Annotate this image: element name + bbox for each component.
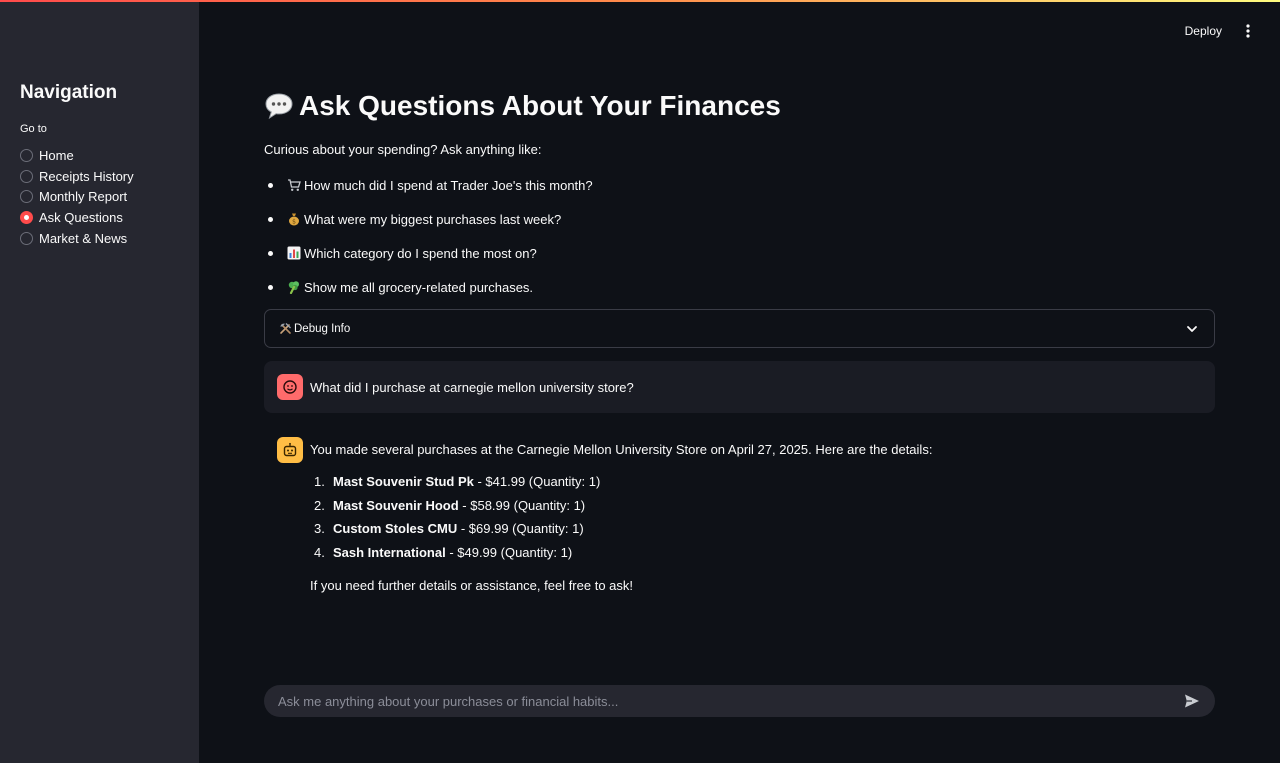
- nav-item-label: Home: [39, 147, 74, 163]
- assistant-chat-message: You made several purchases at the Carneg…: [277, 437, 1207, 593]
- list-item: $ What were my biggest purchases last we…: [264, 202, 964, 236]
- example-question-text: Which category do I spend the most on?: [304, 245, 537, 261]
- page-title: Ask Questions About Your Finances: [264, 90, 781, 122]
- list-item: 1. Mast Souvenir Stud Pk - $41.99 (Quant…: [310, 474, 932, 498]
- send-icon[interactable]: [1183, 692, 1201, 710]
- list-item: Show me all grocery-related purchases.: [264, 270, 964, 304]
- nav-item-label: Market & News: [39, 231, 128, 247]
- list-item: 2. Mast Souvenir Hood - $58.99 (Quantity…: [310, 498, 932, 522]
- broccoli-icon: [288, 281, 299, 294]
- item-name: Mast Souvenir Stud Pk: [333, 474, 474, 489]
- purchase-list: 1. Mast Souvenir Stud Pk - $41.99 (Quant…: [310, 474, 932, 568]
- item-detail: - $69.99 (Quantity: 1): [457, 521, 584, 536]
- kebab-menu-icon[interactable]: [1240, 21, 1256, 41]
- radio-button[interactable]: [20, 232, 33, 246]
- hammer-pick-icon: [280, 323, 291, 334]
- speech-bubble-icon: [265, 93, 293, 120]
- page-title-text: Ask Questions About Your Finances: [299, 90, 781, 121]
- svg-text:$: $: [292, 218, 296, 225]
- chat-input-bar: [264, 685, 1215, 717]
- item-number: 4.: [314, 544, 325, 560]
- item-number: 1.: [314, 474, 325, 489]
- smiley-face-icon: [283, 380, 297, 394]
- item-number: 2.: [314, 497, 325, 513]
- nav-item-label: Ask Questions: [39, 210, 123, 226]
- shopping-cart-icon: [288, 179, 301, 191]
- sidebar-title: Navigation: [20, 82, 118, 103]
- radio-button[interactable]: [20, 190, 33, 204]
- nav-item-ask-questions[interactable]: Ask Questions: [20, 207, 134, 228]
- nav-item-label: Monthly Report: [39, 189, 128, 205]
- radio-button-selected[interactable]: [20, 211, 33, 225]
- example-question-text: What were my biggest purchases last week…: [304, 211, 562, 227]
- bullet-dot: [268, 250, 273, 256]
- example-questions-list: How much did I spend at Trader Joe's thi…: [264, 168, 964, 304]
- list-item: 3. Custom Stoles CMU - $69.99 (Quantity:…: [310, 521, 932, 545]
- radio-button[interactable]: [20, 169, 33, 183]
- expander-label: Debug Info: [294, 322, 351, 335]
- robot-icon: [283, 442, 297, 457]
- item-number: 3.: [314, 521, 325, 536]
- nav-radio-group: Home Receipts History Monthly Report Ask…: [20, 145, 134, 249]
- item-name: Sash International: [333, 544, 446, 560]
- item-name: Custom Stoles CMU: [333, 521, 458, 536]
- list-item: How much did I spend at Trader Joe's thi…: [264, 168, 964, 202]
- money-bag-icon: $: [289, 213, 299, 226]
- item-detail: - $41.99 (Quantity: 1): [473, 474, 601, 489]
- sidebar-caption: Go to: [20, 123, 47, 135]
- header-actions: Deploy: [1181, 20, 1256, 42]
- item-name: Mast Souvenir Hood: [333, 497, 459, 513]
- chevron-down-icon[interactable]: [1184, 321, 1200, 337]
- nav-item-receipts-history[interactable]: Receipts History: [20, 166, 134, 187]
- bar-chart-icon: [287, 246, 301, 260]
- user-message-text: What did I purchase at carnegie mellon u…: [310, 379, 634, 395]
- example-question-text: Show me all grocery-related purchases.: [304, 279, 534, 295]
- item-detail: - $49.99 (Quantity: 1): [445, 544, 573, 560]
- user-chat-message: What did I purchase at carnegie mellon u…: [264, 361, 1215, 413]
- bullet-dot: [268, 182, 273, 188]
- example-question-text: How much did I spend at Trader Joe's thi…: [304, 177, 593, 193]
- nav-item-home[interactable]: Home: [20, 145, 134, 166]
- debug-info-expander[interactable]: Debug Info: [264, 309, 1215, 348]
- item-detail: - $58.99 (Quantity: 1): [458, 497, 586, 513]
- nav-item-label: Receipts History: [39, 168, 134, 184]
- bullet-dot: [268, 284, 273, 290]
- assistant-intro-text: You made several purchases at the Carneg…: [310, 442, 933, 457]
- nav-item-market-news[interactable]: Market & News: [20, 228, 134, 249]
- deploy-button[interactable]: Deploy: [1181, 20, 1226, 42]
- radio-button[interactable]: [20, 148, 33, 162]
- sidebar: Navigation Go to Home Receipts History M…: [0, 2, 199, 763]
- list-item: 4. Sash International - $49.99 (Quantity…: [310, 545, 932, 569]
- list-item: Which category do I spend the most on?: [264, 236, 964, 270]
- intro-text: Curious about your spending? Ask anythin…: [264, 142, 542, 157]
- assistant-outro-text: If you need further details or assistanc…: [310, 578, 634, 593]
- nav-item-monthly-report[interactable]: Monthly Report: [20, 187, 134, 208]
- chat-input[interactable]: [278, 693, 1183, 709]
- assistant-avatar: [277, 437, 303, 463]
- bullet-dot: [268, 216, 273, 222]
- user-avatar: [277, 374, 303, 400]
